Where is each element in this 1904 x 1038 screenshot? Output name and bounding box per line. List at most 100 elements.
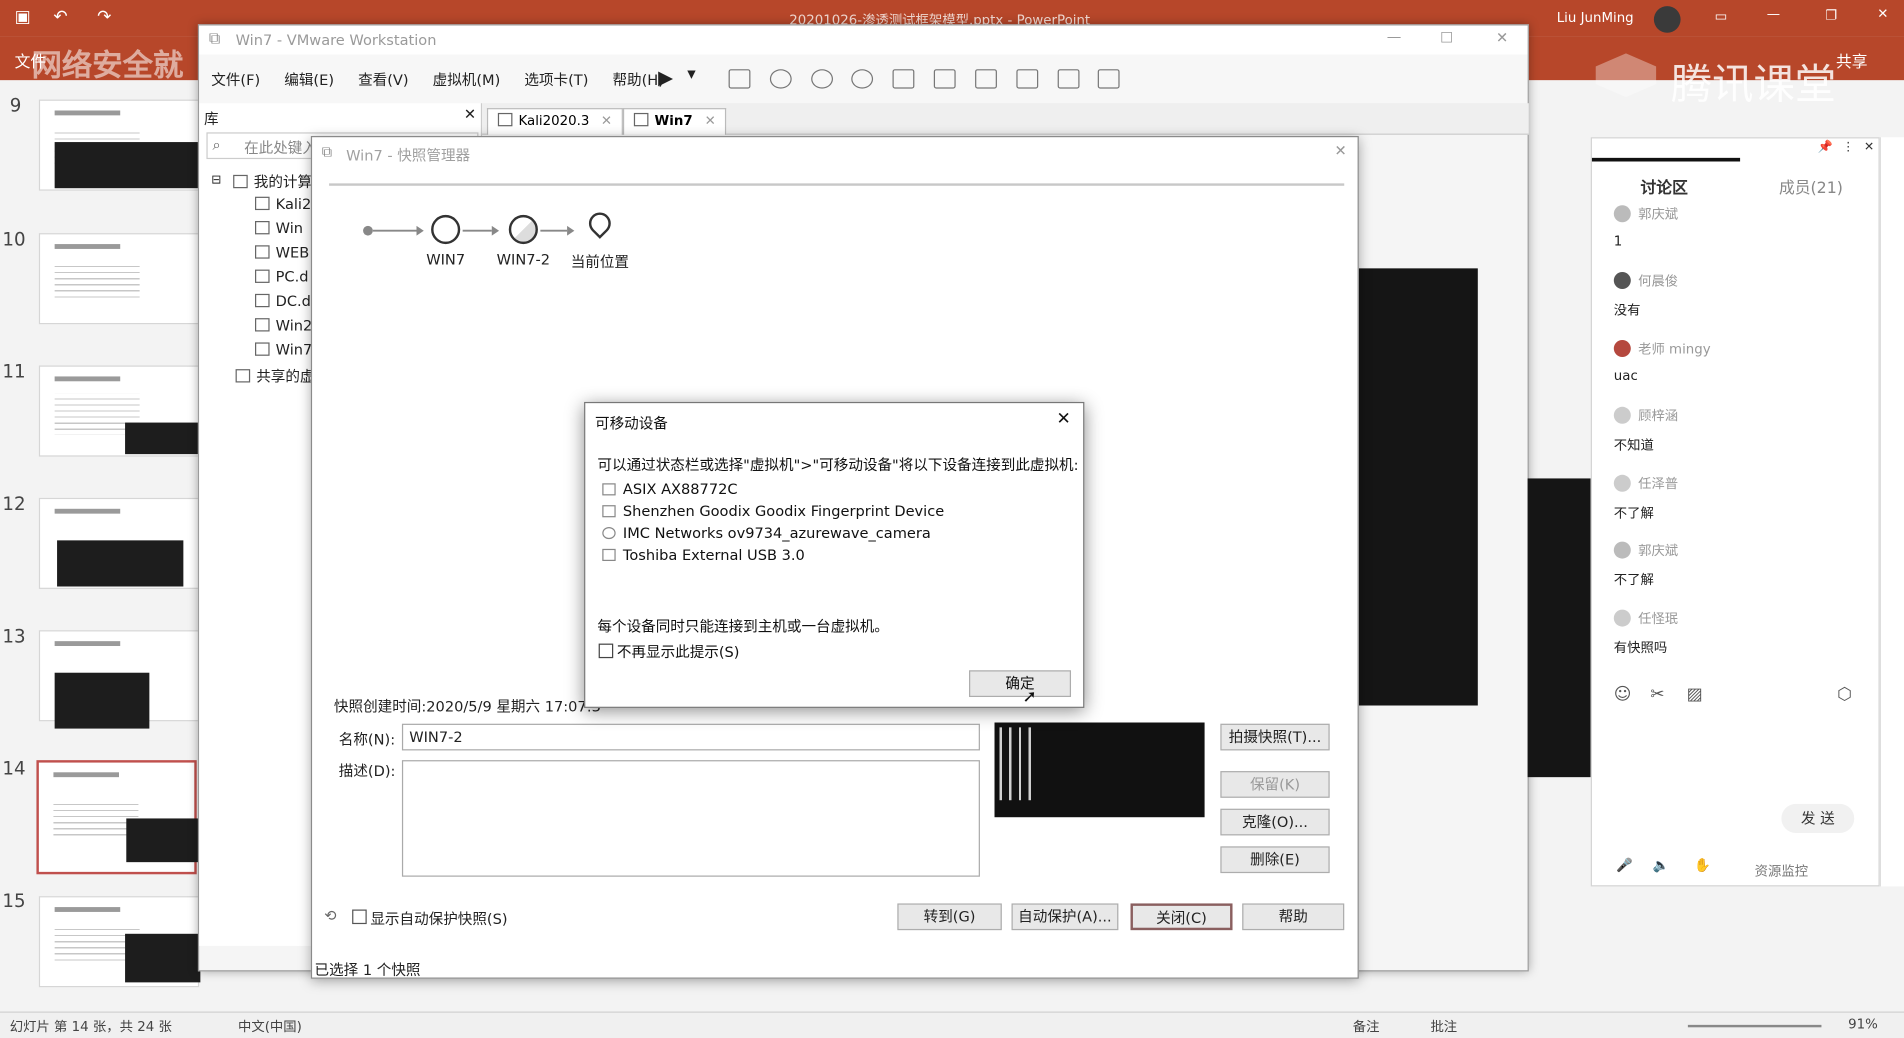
hand-icon[interactable]: ✋ bbox=[1694, 857, 1711, 873]
close-icon[interactable]: ✕ bbox=[1877, 6, 1888, 22]
collapse-icon[interactable]: ⊟ bbox=[211, 174, 221, 187]
snapshot-description-field[interactable] bbox=[401, 760, 980, 877]
thumbnail-view-icon[interactable] bbox=[933, 69, 956, 89]
settings-icon[interactable]: ⬡ bbox=[1837, 685, 1852, 704]
sender-name: 老师 mingy bbox=[1638, 341, 1711, 358]
speaker-icon[interactable]: 🔈 bbox=[1653, 857, 1670, 873]
snapshot-name-field[interactable]: WIN7-2 bbox=[401, 723, 980, 751]
menu-tabs[interactable]: 选项卡(T) bbox=[524, 69, 588, 90]
slide-thumbnail[interactable] bbox=[38, 896, 201, 988]
menu-view[interactable]: 查看(V) bbox=[358, 69, 408, 90]
menu-vm[interactable]: 虚拟机(M) bbox=[433, 69, 501, 90]
show-autoprotect-checkbox[interactable] bbox=[352, 909, 367, 925]
tree-vm-item[interactable]: DC.d bbox=[255, 293, 311, 310]
snapshot-node-label[interactable]: WIN7 bbox=[426, 251, 465, 268]
keep-button[interactable]: 保留(K) bbox=[1220, 771, 1330, 798]
language-indicator[interactable]: 中文(中国) bbox=[238, 1016, 302, 1035]
full-screen-icon[interactable] bbox=[975, 69, 997, 89]
tree-vm-item[interactable]: Win2 bbox=[255, 317, 312, 334]
menu-edit[interactable]: 编辑(E) bbox=[284, 69, 334, 90]
send-button[interactable]: 发 送 bbox=[1781, 803, 1855, 834]
microphone-icon[interactable]: 🎤 bbox=[1616, 857, 1633, 873]
image-icon[interactable]: ▨ bbox=[1687, 685, 1703, 704]
tab-members[interactable]: 成员(21) bbox=[1779, 175, 1843, 198]
tree-label: Win7 bbox=[275, 341, 313, 359]
slide-thumbnail[interactable] bbox=[38, 233, 200, 325]
snapshot-node-label[interactable]: WIN7-2 bbox=[497, 251, 550, 268]
close-button[interactable]: 关闭(C) bbox=[1130, 903, 1233, 931]
vm-console-screen[interactable] bbox=[1358, 268, 1478, 706]
resource-monitor-label[interactable]: 资源监控 bbox=[1755, 861, 1808, 880]
tree-vm-item[interactable]: PC.d bbox=[255, 268, 308, 285]
chat-sender: 顾梓涵 bbox=[1613, 406, 1678, 425]
tree-shared-vms[interactable]: 共享的虚 bbox=[235, 366, 315, 387]
dont-show-again-label[interactable]: 不再显示此提示(S) bbox=[617, 641, 740, 662]
more-icon[interactable]: ⋮ bbox=[1842, 141, 1854, 154]
redo-icon[interactable]: ↷ bbox=[97, 7, 111, 26]
chevron-down-icon[interactable]: ▼ bbox=[687, 69, 695, 81]
close-icon[interactable]: ✕ bbox=[464, 106, 476, 123]
tree-vm-item[interactable]: Kali2 bbox=[255, 196, 311, 213]
menu-help[interactable]: 帮助(H) bbox=[612, 69, 663, 90]
send-keys-icon[interactable] bbox=[728, 69, 751, 89]
notes-button[interactable]: 备注 bbox=[1353, 1016, 1380, 1035]
tree-vm-item[interactable]: Win7 bbox=[255, 341, 312, 358]
library-view-icon[interactable] bbox=[892, 69, 915, 89]
tree-my-computer[interactable]: 我的计算 bbox=[233, 171, 312, 192]
save-icon[interactable]: ▣ bbox=[15, 7, 31, 26]
panel-scrollbar[interactable] bbox=[1879, 137, 1904, 887]
pin-icon[interactable]: 📌 bbox=[1818, 141, 1833, 154]
avatar[interactable] bbox=[1653, 6, 1681, 33]
slide-thumbnail[interactable] bbox=[38, 99, 200, 191]
close-icon[interactable]: ✕ bbox=[1056, 409, 1070, 428]
zoom-level[interactable]: 91% bbox=[1848, 1016, 1878, 1032]
autoprotect-button[interactable]: 自动保护(A)... bbox=[1011, 903, 1119, 931]
slide-thumbnail-selected[interactable] bbox=[36, 760, 200, 875]
tab-win7[interactable]: Win7 ✕ bbox=[622, 108, 727, 135]
snapshot-manager-icon[interactable] bbox=[851, 69, 874, 89]
tab-kali[interactable]: Kali2020.3 ✕ bbox=[486, 108, 624, 135]
help-button[interactable]: 帮助 bbox=[1242, 903, 1345, 931]
emoji-icon[interactable]: ☺ bbox=[1614, 685, 1632, 704]
revert-snapshot-icon[interactable] bbox=[810, 69, 833, 89]
ok-button[interactable]: 确定 bbox=[969, 670, 1072, 698]
close-icon[interactable]: ✕ bbox=[1335, 142, 1347, 159]
tree-vm-item[interactable]: WEB bbox=[255, 244, 309, 261]
comments-button[interactable]: 批注 bbox=[1430, 1016, 1457, 1035]
tree-vm-item[interactable]: Win bbox=[255, 220, 303, 237]
slide-thumbnail[interactable] bbox=[38, 630, 200, 729]
close-icon[interactable]: ✕ bbox=[1864, 141, 1874, 154]
slide-thumbnail[interactable] bbox=[38, 497, 200, 589]
slide-thumbnail[interactable] bbox=[38, 365, 200, 457]
delete-button[interactable]: 删除(E) bbox=[1220, 846, 1330, 874]
stretch-icon[interactable] bbox=[1098, 69, 1121, 89]
snapshot-icon[interactable] bbox=[769, 69, 792, 89]
menu-file[interactable]: 文件(F) bbox=[211, 69, 260, 90]
user-name[interactable]: Liu JunMing bbox=[1557, 10, 1634, 26]
show-autoprotect-label[interactable]: 显示自动保护快照(S) bbox=[370, 908, 507, 929]
snapshot-clock-icon-selected[interactable] bbox=[508, 214, 538, 245]
goto-button[interactable]: 转到(G) bbox=[897, 903, 1002, 931]
scissors-icon[interactable]: ✂ bbox=[1650, 685, 1664, 704]
restore-icon[interactable]: ❐ bbox=[1825, 7, 1837, 23]
undo-icon[interactable]: ↶ bbox=[53, 7, 67, 26]
sender-name: 任怪珉 bbox=[1638, 610, 1679, 627]
close-icon[interactable]: ✕ bbox=[601, 113, 612, 129]
unity-icon[interactable] bbox=[1016, 69, 1038, 89]
vmware-title: Win7 - VMware Workstation bbox=[235, 31, 437, 49]
tab-discussion[interactable]: 讨论区 bbox=[1641, 175, 1688, 198]
snapshot-clock-icon[interactable] bbox=[431, 214, 461, 245]
current-location-label[interactable]: 当前位置 bbox=[571, 251, 629, 272]
minimize-icon[interactable]: — bbox=[1767, 6, 1780, 22]
console-icon[interactable] bbox=[1057, 69, 1080, 89]
power-on-icon[interactable]: ▶ bbox=[658, 66, 673, 89]
zoom-slider[interactable] bbox=[1687, 1024, 1822, 1028]
maximize-icon[interactable]: ☐ bbox=[1440, 29, 1453, 46]
ribbon-display-icon[interactable]: ▭ bbox=[1715, 9, 1728, 25]
close-icon[interactable]: ✕ bbox=[705, 113, 716, 129]
clone-button[interactable]: 克隆(O)... bbox=[1220, 808, 1330, 836]
dont-show-again-checkbox[interactable] bbox=[598, 643, 614, 659]
take-snapshot-button[interactable]: 拍摄快照(T)... bbox=[1220, 723, 1330, 751]
minimize-icon[interactable]: — bbox=[1387, 28, 1402, 45]
close-icon[interactable]: ✕ bbox=[1496, 29, 1508, 46]
